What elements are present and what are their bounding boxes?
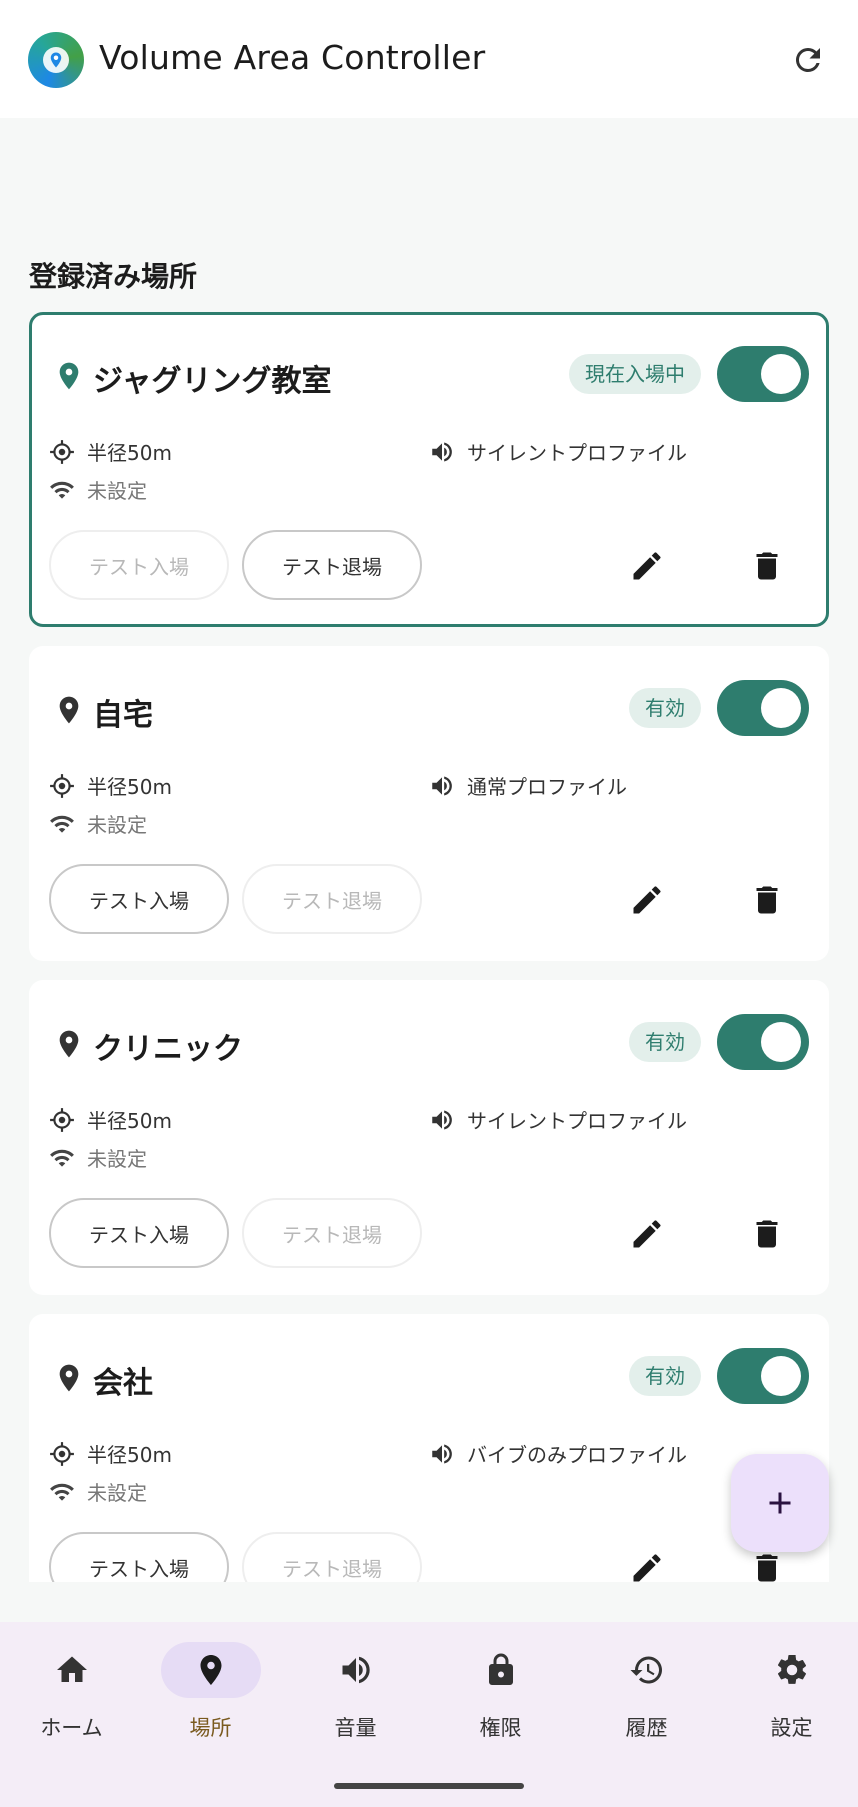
gps-target-icon (50, 1107, 74, 1132)
app-root: Volume Area Controller 登録済み場所 ジャグリング教室 現… (0, 0, 858, 1807)
edit-button[interactable] (625, 878, 669, 922)
edit-button[interactable] (625, 1212, 669, 1256)
top-app-bar: Volume Area Controller (0, 0, 858, 118)
app-title: Volume Area Controller (99, 38, 486, 77)
place-enabled-toggle[interactable] (717, 1014, 809, 1070)
radius-info: 半径50m (49, 771, 172, 800)
gps-target-icon (50, 773, 74, 798)
radius-info: 半径50m (49, 437, 172, 466)
place-name: クリニック (93, 1032, 243, 1067)
pencil-edit-icon (633, 552, 661, 580)
profile-info: 通常プロファイル (429, 771, 627, 800)
add-place-fab[interactable] (731, 1454, 829, 1552)
section-title: 登録済み場所 (29, 260, 198, 293)
status-badge: 有効 (629, 688, 701, 728)
status-badge: 有効 (629, 1356, 701, 1396)
wifi-info: 未設定 (49, 475, 147, 504)
place-card[interactable]: 自宅 有効 半径50m 未設定 通常プロファイル テスト入場 テスト退場 (29, 646, 829, 961)
test-enter-button[interactable]: テスト入場 (49, 1198, 229, 1268)
location-pin-icon (200, 1655, 222, 1685)
location-pin-icon (59, 1030, 79, 1058)
gps-target-icon (50, 1441, 74, 1466)
radius-info: 半径50m (49, 1439, 172, 1468)
wifi-icon (50, 1483, 74, 1501)
nav-item-permissions[interactable]: 権限 (429, 1642, 572, 1752)
test-exit-button[interactable]: テスト退場 (242, 864, 422, 934)
wifi-info: 未設定 (49, 1143, 147, 1172)
test-enter-button[interactable]: テスト入場 (49, 1532, 229, 1582)
home-icon (57, 1656, 87, 1682)
test-enter-button[interactable]: テスト入場 (49, 530, 229, 600)
history-icon (630, 1656, 662, 1684)
delete-button[interactable] (745, 1212, 789, 1256)
refresh-icon (795, 47, 820, 72)
nav-item-home[interactable]: ホーム (0, 1642, 143, 1752)
wifi-info: 未設定 (49, 809, 147, 838)
wifi-icon (50, 481, 74, 499)
pencil-edit-icon (633, 886, 661, 914)
edit-button[interactable] (625, 544, 669, 588)
delete-button[interactable] (745, 544, 789, 588)
plus-icon (769, 1492, 791, 1514)
place-card[interactable]: クリニック 有効 半径50m 未設定 サイレントプロファイル テスト入場 テスト… (29, 980, 829, 1295)
pencil-edit-icon (633, 1220, 661, 1248)
volume-icon (432, 441, 452, 462)
place-card[interactable]: ジャグリング教室 現在入場中 半径50m 未設定 サイレントプロファイル テスト… (29, 312, 829, 627)
profile-info: サイレントプロファイル (429, 1105, 687, 1134)
place-name: 自宅 (93, 698, 153, 733)
place-enabled-toggle[interactable] (717, 346, 809, 402)
places-list[interactable]: ジャグリング教室 現在入場中 半径50m 未設定 サイレントプロファイル テスト… (0, 310, 858, 1582)
location-pin-icon (59, 362, 79, 390)
delete-button[interactable] (745, 878, 789, 922)
nav-item-history[interactable]: 履歴 (575, 1642, 718, 1752)
volume-icon (342, 1656, 370, 1684)
home-indicator (334, 1783, 524, 1789)
gps-target-icon (50, 439, 74, 464)
trash-icon (756, 552, 778, 580)
wifi-info: 未設定 (49, 1477, 147, 1506)
profile-info: サイレントプロファイル (429, 437, 687, 466)
status-badge: 現在入場中 (569, 354, 701, 394)
nav-item-volume[interactable]: 音量 (284, 1642, 427, 1752)
radius-info: 半径50m (49, 1105, 172, 1134)
test-exit-button[interactable]: テスト退場 (242, 530, 422, 600)
test-enter-button[interactable]: テスト入場 (49, 864, 229, 934)
bottom-navigation: ホーム 場所 音量 権限 履歴 設定 (0, 1622, 858, 1807)
trash-icon (756, 886, 778, 914)
volume-icon (432, 1109, 452, 1130)
refresh-button[interactable] (786, 38, 830, 82)
test-exit-button[interactable]: テスト退場 (242, 1532, 422, 1582)
nav-item-places[interactable]: 場所 (139, 1642, 282, 1752)
status-badge: 有効 (629, 1022, 701, 1062)
settings-gear-icon (777, 1654, 807, 1684)
place-name: ジャグリング教室 (93, 364, 332, 399)
pencil-edit-icon (633, 1554, 661, 1582)
place-card[interactable]: 会社 有効 半径50m 未設定 バイブのみプロファイル テスト入場 テスト退場 (29, 1314, 829, 1582)
lock-icon (489, 1653, 513, 1685)
trash-icon (756, 1554, 778, 1582)
trash-icon (756, 1220, 778, 1248)
test-exit-button[interactable]: テスト退場 (242, 1198, 422, 1268)
wifi-icon (50, 815, 74, 833)
place-name: 会社 (93, 1366, 153, 1401)
volume-icon (432, 1443, 452, 1464)
place-enabled-toggle[interactable] (717, 1348, 809, 1404)
profile-info: バイブのみプロファイル (429, 1439, 687, 1468)
volume-icon (432, 775, 452, 796)
location-pin-icon (59, 696, 79, 724)
location-pin-icon (59, 1364, 79, 1392)
app-logo-icon (28, 32, 84, 88)
edit-button[interactable] (625, 1546, 669, 1582)
place-enabled-toggle[interactable] (717, 680, 809, 736)
wifi-icon (50, 1149, 74, 1167)
nav-item-settings[interactable]: 設定 (720, 1642, 858, 1752)
